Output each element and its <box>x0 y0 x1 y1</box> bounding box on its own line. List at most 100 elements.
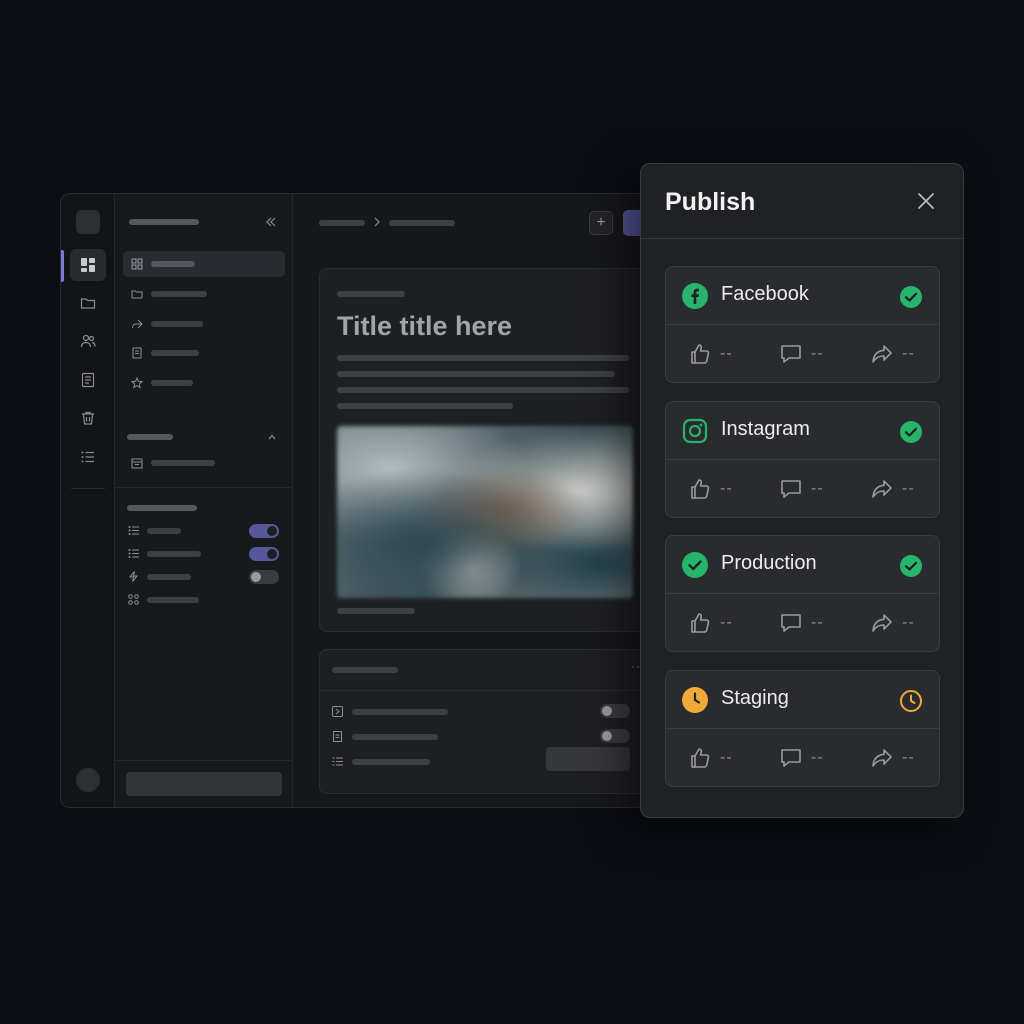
sidebar-item-label-placeholder <box>151 350 199 356</box>
workspace-logo[interactable] <box>76 210 100 234</box>
comments-count: -- <box>811 749 824 766</box>
collapse-sidebar-icon[interactable] <box>265 216 277 228</box>
published-check-icon <box>900 286 922 308</box>
sidebar-item-label-placeholder <box>151 380 193 386</box>
comments-count: -- <box>811 614 824 631</box>
option-action-button[interactable] <box>546 747 630 771</box>
sidebar-item-dashboard[interactable] <box>123 251 285 277</box>
likes-count: -- <box>720 749 733 766</box>
shares-count: -- <box>902 345 915 362</box>
comment-icon <box>781 749 801 767</box>
icon-rail <box>61 194 115 807</box>
sidebar-item-label-placeholder <box>151 321 203 327</box>
rail-item-list[interactable] <box>70 441 106 473</box>
rail-item-users[interactable] <box>70 325 106 357</box>
option-label-placeholder <box>352 709 448 715</box>
rail-item-documents[interactable] <box>70 364 106 396</box>
sidebar-heading-placeholder <box>129 219 199 225</box>
like-icon <box>691 748 710 768</box>
setting-toggle-1[interactable] <box>249 524 279 538</box>
share-icon <box>872 749 892 767</box>
options-heading-placeholder <box>332 667 398 673</box>
clock-icon <box>682 687 708 713</box>
document-text-placeholder <box>337 387 629 393</box>
sidebar-item-shared[interactable] <box>123 311 285 337</box>
channel-name: Production <box>721 552 817 574</box>
likes-metric[interactable]: -- <box>688 611 733 635</box>
close-icon <box>918 193 934 209</box>
setting-toggle-3[interactable] <box>249 570 279 584</box>
option-toggle-1[interactable] <box>600 704 630 718</box>
sidebar-item-label-placeholder <box>151 460 215 466</box>
likes-count: -- <box>720 614 733 631</box>
channel-name: Facebook <box>721 283 809 305</box>
comments-metric[interactable]: -- <box>779 746 824 770</box>
rail-item-folder[interactable] <box>70 287 106 319</box>
channel-card-instagram[interactable]: Instagram -- -- -- <box>665 401 940 518</box>
sidebar-item-calendar[interactable] <box>123 450 285 476</box>
option-toggle-2[interactable] <box>600 729 630 743</box>
breadcrumb-item-placeholder[interactable] <box>319 220 365 226</box>
rail-item-trash[interactable] <box>70 402 106 434</box>
rail-divider <box>71 488 105 489</box>
sidebar-item-starred[interactable] <box>123 370 285 396</box>
add-icon[interactable]: + <box>589 211 613 235</box>
close-button[interactable] <box>915 190 937 212</box>
likes-metric[interactable]: -- <box>688 342 733 366</box>
share-icon <box>872 614 892 632</box>
setting-label-placeholder <box>147 597 199 603</box>
shares-metric[interactable]: -- <box>870 342 915 366</box>
trash-icon <box>82 411 94 425</box>
likes-count: -- <box>720 345 733 362</box>
rail-item-dashboard[interactable] <box>70 249 106 281</box>
publish-panel-title: Publish <box>665 188 756 216</box>
instagram-icon <box>682 418 708 444</box>
setting-label-placeholder <box>147 574 191 580</box>
shares-count: -- <box>902 614 915 631</box>
comment-icon <box>781 614 801 632</box>
likes-metric[interactable]: -- <box>688 746 733 770</box>
shares-metric[interactable]: -- <box>870 746 915 770</box>
document-text-placeholder <box>337 403 513 409</box>
main-content: + Title title here ··· <box>293 194 659 807</box>
option-label-placeholder <box>352 734 438 740</box>
setting-label-placeholder <box>147 551 201 557</box>
channel-card-production[interactable]: Production -- -- -- <box>665 535 940 652</box>
channel-name: Instagram <box>721 418 810 440</box>
comment-icon <box>781 345 801 363</box>
shares-metric[interactable]: -- <box>870 477 915 501</box>
comments-count: -- <box>811 345 824 362</box>
apps-icon <box>128 594 139 605</box>
option-label-placeholder <box>352 759 430 765</box>
section-heading-placeholder <box>127 434 173 440</box>
sidebar-item-folders[interactable] <box>123 281 285 307</box>
channel-card-staging[interactable]: Staging -- -- -- <box>665 670 940 787</box>
breadcrumb-item-placeholder[interactable] <box>389 220 455 226</box>
facebook-icon <box>682 283 708 309</box>
likes-metric[interactable]: -- <box>688 477 733 501</box>
channel-card-facebook[interactable]: Facebook -- -- -- <box>665 266 940 383</box>
comments-metric[interactable]: -- <box>779 342 824 366</box>
grid-icon <box>131 258 143 270</box>
document-card: Title title here <box>319 268 659 632</box>
publish-panel-header: Publish <box>641 164 963 239</box>
options-divider <box>320 690 658 691</box>
share-icon <box>132 319 143 329</box>
hero-image[interactable] <box>337 426 633 598</box>
sidebar-item-files[interactable] <box>123 340 285 366</box>
chevron-right-icon <box>374 217 380 227</box>
users-icon <box>80 334 96 348</box>
setting-toggle-2[interactable] <box>249 547 279 561</box>
comments-metric[interactable]: -- <box>779 611 824 635</box>
shares-metric[interactable]: -- <box>870 611 915 635</box>
comments-count: -- <box>811 480 824 497</box>
user-avatar[interactable] <box>76 768 100 792</box>
document-title[interactable]: Title title here <box>337 311 512 342</box>
shares-count: -- <box>902 480 915 497</box>
sidebar-footer-button[interactable] <box>126 772 282 796</box>
comments-metric[interactable]: -- <box>779 477 824 501</box>
chevron-box-icon <box>332 706 343 717</box>
list-icon <box>128 549 139 558</box>
chevron-up-icon[interactable] <box>267 432 277 442</box>
document-text-placeholder <box>337 355 629 361</box>
